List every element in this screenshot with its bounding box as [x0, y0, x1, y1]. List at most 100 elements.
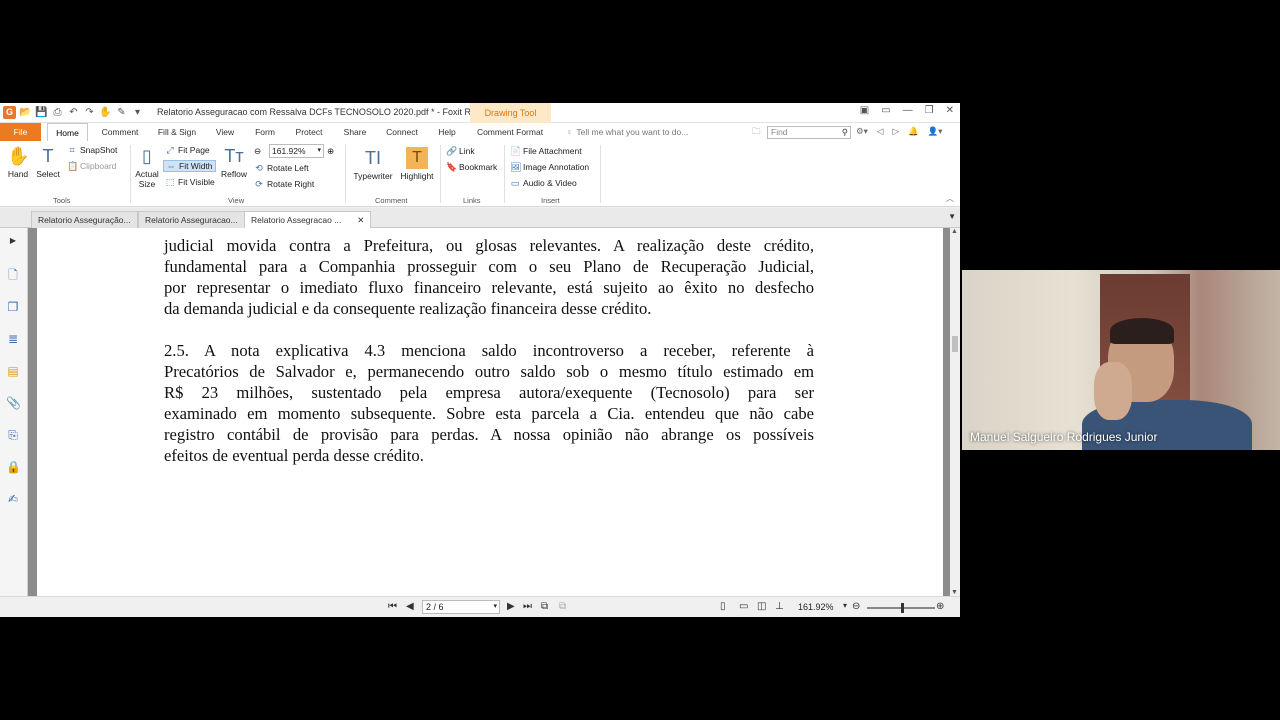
- folder-search-icon[interactable]: 🗀: [752, 126, 761, 140]
- next-result-icon[interactable]: ▷: [892, 126, 899, 137]
- document-view: judicial movida contra a Prefeitura, ou …: [28, 228, 950, 596]
- first-page-icon[interactable]: ⏮: [388, 601, 397, 612]
- paragraph-2-4: judicial movida contra a Prefeitura, ou …: [164, 235, 814, 319]
- minimize-button[interactable]: —: [903, 105, 913, 116]
- rotate-right-button[interactable]: ⟳ Rotate Right: [254, 179, 314, 189]
- drawing-tool-context-tab[interactable]: Drawing Tool: [470, 103, 551, 123]
- previous-page-icon[interactable]: ◀: [406, 601, 414, 612]
- notification-bell-icon[interactable]: 🔔: [908, 126, 919, 137]
- tab-protect[interactable]: Protect: [291, 123, 327, 141]
- participant-video-tile[interactable]: Manuel Salgueiro Rodrigues Junior: [962, 270, 1280, 450]
- tab-list-chevron-icon[interactable]: ▼: [948, 212, 956, 221]
- prev-result-icon[interactable]: ◁: [877, 126, 884, 137]
- undo-icon[interactable]: ↶: [67, 106, 80, 119]
- find-input[interactable]: Find ⚲: [767, 126, 851, 139]
- attachments-icon[interactable]: 📎: [6, 396, 21, 410]
- tab-fill-sign[interactable]: Fill & Sign: [155, 123, 199, 141]
- next-view-icon[interactable]: ⧉: [559, 601, 566, 612]
- tab-comment-format[interactable]: Comment Format: [472, 123, 548, 141]
- zoom-menu-chevron-icon[interactable]: ▾: [843, 601, 847, 610]
- next-page-icon[interactable]: ▶: [507, 601, 515, 612]
- hand-tool-icon[interactable]: ✋: [99, 106, 112, 119]
- vertical-scrollbar[interactable]: ▲ ▼: [950, 228, 960, 596]
- customize-icon[interactable]: ▾: [131, 106, 144, 119]
- previous-view-icon[interactable]: ⧉: [541, 601, 548, 612]
- maximize-button[interactable]: ❐: [925, 105, 934, 116]
- pen-icon[interactable]: ✎: [115, 106, 128, 119]
- page-number-input[interactable]: 2 / 6 ▾: [422, 600, 500, 614]
- fit-page-button[interactable]: ⤢ Fit Page: [165, 145, 209, 155]
- tell-me-box[interactable]: ♀ Tell me what you want to do...: [566, 127, 688, 137]
- text-line: fundamental para a Companhia prosseguir …: [164, 257, 814, 276]
- restore-layout-icon[interactable]: ▣: [860, 105, 869, 116]
- zoom-select[interactable]: 161.92% ▾: [269, 144, 324, 158]
- select-button[interactable]: T Select: [35, 145, 61, 179]
- settings-gear-icon[interactable]: ⚙▾: [856, 126, 868, 137]
- zoom-out-icon[interactable]: ⊖: [852, 601, 860, 612]
- image-annotation-button[interactable]: 🖼 Image Annotation: [510, 162, 589, 172]
- continuous-page-icon[interactable]: ▭: [739, 601, 748, 612]
- collapse-ribbon-icon[interactable]: ︿: [946, 193, 954, 204]
- zoom-in-icon[interactable]: ⊕: [936, 601, 944, 612]
- reflow-button[interactable]: Tт Reflow: [220, 145, 248, 179]
- ribbon-toggle-icon[interactable]: ▭: [881, 105, 890, 116]
- redo-icon[interactable]: ↷: [83, 106, 96, 119]
- link-button[interactable]: 🔗 Link: [446, 146, 475, 156]
- expand-pane-icon[interactable]: ▶: [6, 234, 20, 248]
- comments-icon[interactable]: ▤: [6, 364, 20, 378]
- audio-video-button[interactable]: ▭ Audio & Video: [510, 178, 577, 188]
- foxit-logo-icon[interactable]: G: [3, 106, 16, 119]
- zoom-out-icon[interactable]: ⊖: [254, 146, 261, 157]
- clipboard-label: Clipboard: [80, 161, 117, 171]
- zoom-slider-knob[interactable]: [901, 603, 904, 613]
- group-separator: [130, 145, 131, 203]
- highlight-button[interactable]: T Highlight: [398, 147, 436, 181]
- continuous-facing-icon[interactable]: ⊥: [775, 601, 784, 612]
- tab-view[interactable]: View: [212, 123, 238, 141]
- zoom-slider[interactable]: [867, 603, 935, 613]
- close-tab-icon[interactable]: ✕: [357, 215, 364, 225]
- tab-help[interactable]: Help: [434, 123, 460, 141]
- user-account-icon[interactable]: 👤▾: [928, 126, 943, 137]
- doc-tab-active[interactable]: Relatorio Assegracao ... ✕: [244, 211, 372, 228]
- zoom-in-icon[interactable]: ⊕: [327, 146, 334, 157]
- image-annotation-label: Image Annotation: [523, 162, 590, 172]
- tab-comment[interactable]: Comment: [98, 123, 142, 141]
- signature-icon[interactable]: ✍: [6, 492, 20, 506]
- layers-icon[interactable]: ≣: [6, 332, 20, 346]
- scroll-up-icon[interactable]: ▲: [951, 228, 958, 235]
- facing-page-icon[interactable]: ◫: [757, 601, 766, 612]
- file-attachment-button[interactable]: 📄 File Attachment: [510, 146, 582, 156]
- save-icon[interactable]: 💾: [35, 106, 48, 119]
- last-page-icon[interactable]: ⏭: [523, 601, 532, 612]
- hand-button[interactable]: ✋ Hand: [6, 145, 30, 179]
- pages-icon[interactable]: ❐: [6, 300, 20, 314]
- tab-home[interactable]: Home: [47, 123, 88, 141]
- clipboard-button[interactable]: 📋 Clipboard: [67, 161, 116, 171]
- bookmark-button[interactable]: 🔖 Bookmark: [446, 162, 497, 172]
- fit-visible-button[interactable]: ⬚ Fit Visible: [165, 177, 215, 187]
- actual-size-button[interactable]: ▯ Actual Size: [134, 145, 160, 189]
- close-button[interactable]: ✕: [946, 105, 954, 116]
- doc-tab[interactable]: Relatorio Asseguracao...: [138, 211, 245, 228]
- typewriter-button[interactable]: TI Typewriter: [350, 147, 396, 181]
- scroll-down-icon[interactable]: ▼: [951, 589, 958, 596]
- scrollbar-thumb[interactable]: [952, 336, 958, 352]
- snapshot-button[interactable]: ⌗ SnapShot: [67, 145, 117, 155]
- security-lock-icon[interactable]: 🔒: [6, 460, 21, 474]
- tab-file[interactable]: File: [0, 123, 41, 141]
- status-zoom-value[interactable]: 161.92%: [798, 602, 834, 612]
- search-icon[interactable]: ⚲: [842, 127, 848, 138]
- print-icon[interactable]: ⎙: [51, 106, 64, 119]
- tab-share[interactable]: Share: [340, 123, 370, 141]
- fit-width-button[interactable]: ⇔ Fit Width: [163, 160, 216, 172]
- file-info-icon[interactable]: ⎘: [6, 428, 20, 442]
- bookmarks-icon[interactable]: 🗋: [6, 268, 20, 282]
- rotate-left-button[interactable]: ⟲ Rotate Left: [254, 163, 308, 173]
- single-page-icon[interactable]: ▯: [720, 601, 726, 612]
- tab-form[interactable]: Form: [252, 123, 278, 141]
- doc-tab[interactable]: Relatorio Asseguração...: [31, 211, 138, 228]
- open-icon[interactable]: 📂: [19, 106, 32, 119]
- clipboard-icon: 📋: [67, 161, 79, 171]
- tab-connect[interactable]: Connect: [383, 123, 421, 141]
